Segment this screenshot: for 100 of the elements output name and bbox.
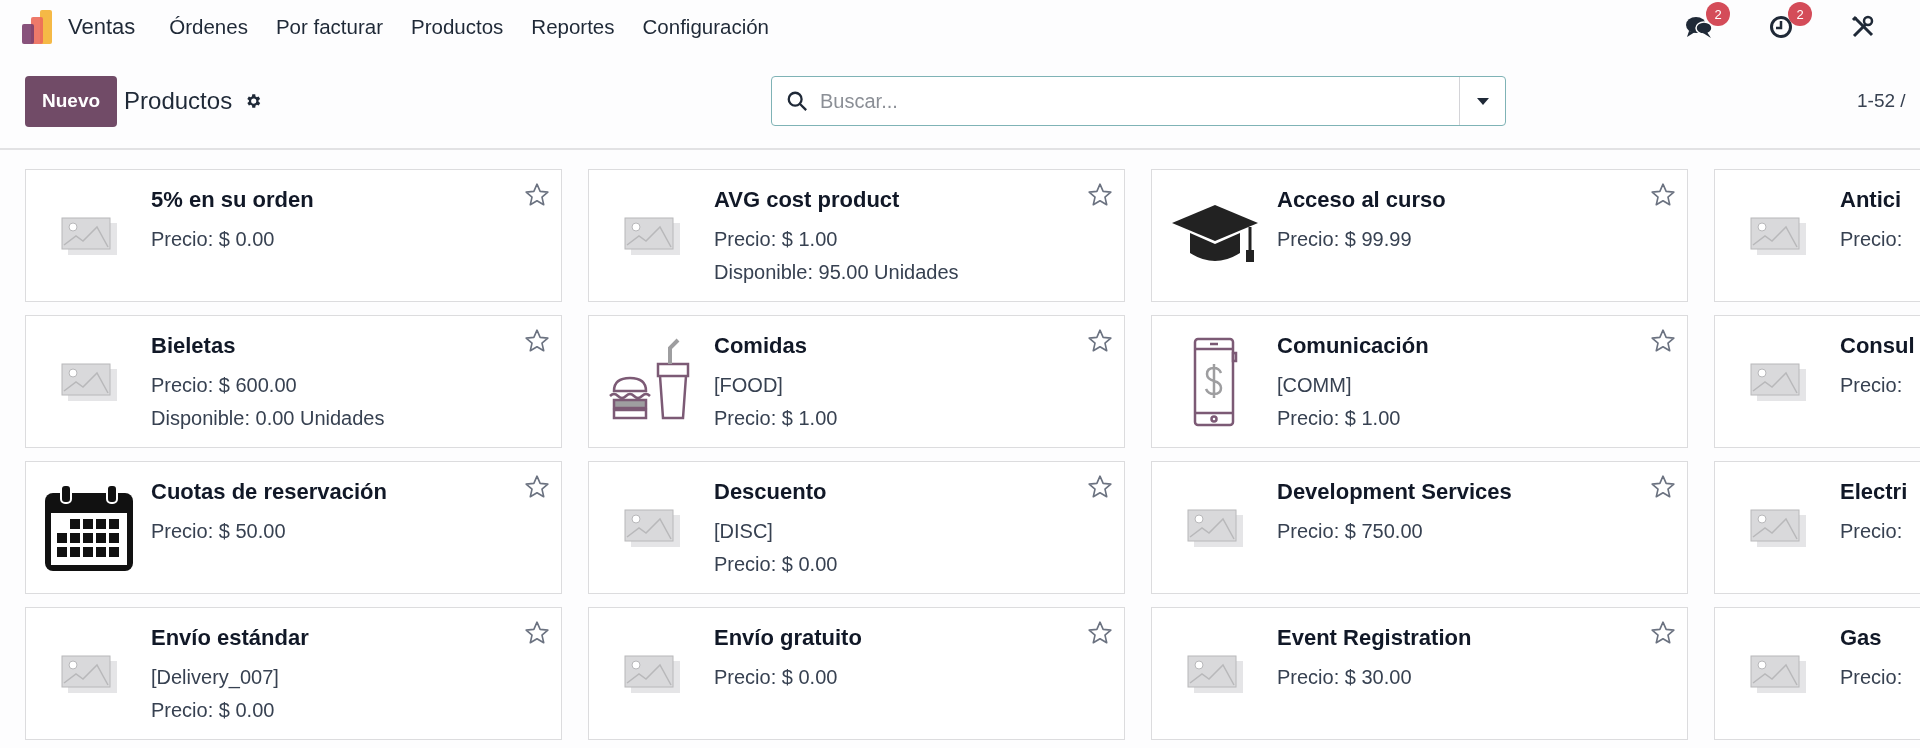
product-card[interactable]: AVG cost product Precio: $ 1.00 Disponible: 95.00 Unidades (588, 169, 1125, 302)
star-icon[interactable] (524, 328, 550, 354)
product-detail: Precio: $ 0.00 (151, 698, 276, 723)
star-icon[interactable] (524, 474, 550, 500)
product-card[interactable]: Acceso al curso Precio: $ 99.99 (1151, 169, 1688, 302)
notification-badge: 2 (1788, 2, 1812, 26)
product-detail: Precio: (1840, 519, 1904, 544)
image-placeholder-icon (623, 217, 680, 255)
menu-item[interactable]: Productos (397, 15, 518, 39)
menu-item[interactable]: Configuración (628, 15, 784, 39)
product-card[interactable]: Consul Precio: (1714, 315, 1920, 448)
product-name: AVG cost product (714, 186, 901, 213)
product-card[interactable]: Electri Precio: (1714, 461, 1920, 594)
product-detail: [FOOD] (714, 373, 784, 398)
star-icon[interactable] (1650, 182, 1676, 208)
caret-icon (1476, 97, 1489, 105)
product-name: Descuento (714, 478, 828, 505)
image-placeholder-icon (623, 509, 680, 547)
product-name: Consul (1840, 332, 1915, 359)
menu-item[interactable]: Por facturar (261, 15, 398, 39)
image-placeholder-icon (1749, 217, 1806, 255)
search-icon (786, 90, 808, 112)
product-detail: Precio: $ 750.00 (1277, 519, 1424, 544)
product-name: Event Registration (1277, 624, 1472, 651)
star-icon[interactable] (1087, 620, 1113, 646)
image-placeholder-icon (60, 655, 117, 693)
product-card[interactable]: Cuotas de reservación Precio: $ 50.00 (25, 461, 562, 594)
star-icon[interactable] (1087, 328, 1113, 354)
product-detail: Precio: $ 0.00 (714, 665, 839, 690)
phone-dollar-icon (1191, 337, 1238, 427)
tools-icon (1851, 15, 1875, 39)
star-icon[interactable] (1650, 474, 1676, 500)
product-card[interactable]: Comunicación [COMM] Precio: $ 1.00 (1151, 315, 1688, 448)
product-name: Envío estándar (151, 624, 309, 651)
clock-icon (1769, 15, 1793, 39)
search-input[interactable]: Buscar... (818, 88, 1459, 114)
product-name: Electri (1840, 478, 1908, 505)
product-detail: Precio: $ 1.00 (714, 227, 839, 252)
star-icon[interactable] (524, 182, 550, 208)
product-detail: [DISC] (714, 519, 774, 544)
product-name: Antici (1840, 186, 1903, 213)
product-card[interactable]: Development Services Precio: $ 750.00 (1151, 461, 1688, 594)
pager[interactable]: 1-52 / (1857, 90, 1906, 112)
product-name: Development Services (1277, 478, 1512, 505)
page-title: Productos (124, 87, 233, 115)
app-logo-icon[interactable] (22, 10, 52, 44)
product-detail: Precio: $ 99.99 (1277, 227, 1413, 252)
star-icon[interactable] (1087, 474, 1113, 500)
image-placeholder-icon (623, 655, 680, 693)
search-field[interactable]: Buscar... (771, 76, 1506, 126)
chat-bubbles-icon (1685, 15, 1713, 39)
product-card[interactable]: Comidas [FOOD] Precio: $ 1.00 (588, 315, 1125, 448)
product-detail: Precio: $ 50.00 (151, 519, 287, 544)
image-placeholder-icon (1749, 509, 1806, 547)
product-card[interactable]: Event Registration Precio: $ 30.00 (1151, 607, 1688, 740)
messages-button[interactable]: 2 (1684, 2, 1730, 42)
image-placeholder-icon (1749, 655, 1806, 693)
star-icon[interactable] (524, 620, 550, 646)
new-button[interactable]: Nuevo (25, 75, 118, 127)
star-icon[interactable] (1650, 328, 1676, 354)
product-detail: Precio: (1840, 665, 1903, 690)
product-detail: [Delivery_007] (151, 665, 280, 690)
product-detail: Precio: $ 600.00 (151, 373, 298, 398)
notification-badge: 2 (1706, 2, 1730, 26)
product-detail: Precio: $ 1.00 (714, 406, 838, 431)
product-card[interactable]: Antici Precio: (1714, 169, 1920, 302)
product-detail: Precio: (1840, 227, 1903, 252)
product-detail: Precio: (1840, 373, 1904, 398)
product-name: Gas (1840, 624, 1883, 651)
product-card[interactable]: Descuento [DISC] Precio: $ 0.00 (588, 461, 1125, 594)
product-card[interactable]: Envío estándar [Delivery_007] Precio: $ 0.00 (25, 607, 562, 740)
product-card[interactable]: Gas Precio: (1714, 607, 1920, 740)
image-placeholder-icon (1749, 363, 1806, 401)
product-detail: Disponible: 95.00 Unidades (714, 260, 959, 285)
product-detail: [COMM] (1277, 373, 1353, 398)
product-detail: Precio: $ 0.00 (151, 227, 276, 252)
calendar-icon (42, 483, 135, 573)
menu-item[interactable]: Reportes (517, 15, 629, 39)
star-icon[interactable] (1087, 182, 1113, 208)
star-icon[interactable] (1650, 620, 1676, 646)
image-placeholder-icon (1186, 509, 1243, 547)
product-detail: Precio: $ 1.00 (1277, 406, 1402, 431)
product-name: Cuotas de reservación (151, 478, 387, 505)
menu-item[interactable]: Órdenes (155, 15, 262, 39)
product-card[interactable]: Bieletas Precio: $ 600.00 Disponible: 0.00 Unidades (25, 315, 562, 448)
app-name[interactable]: Ventas (68, 14, 136, 40)
product-name: Acceso al curso (1277, 186, 1446, 213)
activities-button[interactable]: 2 (1766, 2, 1812, 42)
product-name: Envío gratuito (714, 624, 862, 651)
product-name: Bieletas (151, 332, 237, 359)
image-placeholder-icon (1186, 655, 1243, 693)
image-placeholder-icon (60, 363, 117, 401)
product-detail: Precio: $ 30.00 (1277, 665, 1413, 690)
product-detail: Disponible: 0.00 Unidades (151, 406, 385, 431)
product-name: Comunicación (1277, 332, 1429, 359)
product-card[interactable]: Envío gratuito Precio: $ 0.00 (588, 607, 1125, 740)
product-card[interactable]: 5% en su orden Precio: $ 0.00 (25, 169, 562, 302)
product-name: 5% en su orden (151, 186, 314, 213)
image-placeholder-icon (60, 217, 117, 255)
product-detail: Precio: $ 0.00 (714, 552, 838, 577)
